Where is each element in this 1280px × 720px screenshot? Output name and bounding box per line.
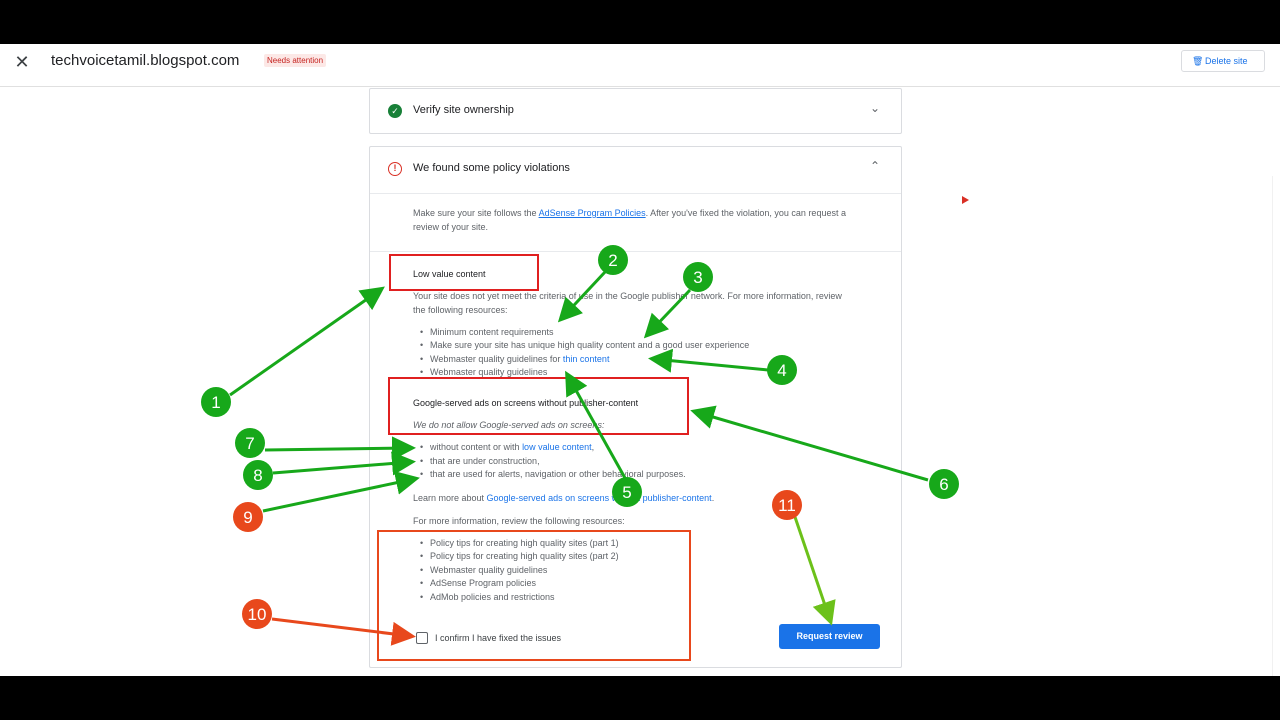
list-item: that are under construction, — [420, 456, 540, 466]
resources-intro: For more information, review the followi… — [413, 516, 625, 526]
policy-violations-title: We found some policy violations — [413, 162, 570, 174]
intro-text: Make sure your site follows the AdSense … — [413, 208, 846, 232]
highlight-box-ads-title — [388, 377, 689, 435]
play-marker-icon — [962, 196, 969, 204]
request-review-button[interactable]: Request review — [779, 624, 880, 649]
highlight-box-resources — [377, 530, 691, 661]
low-value-desc: Your site does not yet meet the criteria… — [413, 291, 842, 315]
verify-ownership-header[interactable]: ✓ Verify site ownership ⌄ — [370, 89, 901, 135]
error-icon: ! — [388, 162, 402, 176]
list-item: without content or with low value conten… — [420, 442, 594, 452]
unique-content-link[interactable]: Make sure your site has unique high qual… — [420, 340, 749, 350]
trash-icon: 🗑 — [1192, 56, 1204, 66]
learn-more-text: Learn more about Google-served ads on sc… — [413, 493, 715, 503]
min-content-link[interactable]: Minimum content requirements — [420, 327, 554, 337]
thin-content-item: Webmaster quality guidelines for thin co… — [420, 354, 610, 364]
divider — [370, 251, 901, 252]
policy-violations-header[interactable]: ! We found some policy violations ⌃ — [370, 147, 901, 193]
scrollbar[interactable] — [1272, 176, 1280, 676]
delete-site-label: Delete site — [1205, 56, 1248, 66]
low-value-content-link[interactable]: low value content — [522, 442, 592, 452]
top-bar: ✕ techvoicetamil.blogspot.com Needs atte… — [0, 44, 1280, 87]
verify-ownership-title: Verify site ownership — [413, 104, 514, 116]
chevron-up-icon[interactable]: ⌃ — [870, 159, 880, 173]
divider — [370, 193, 901, 194]
highlight-box-low-value — [389, 254, 539, 291]
chevron-down-icon[interactable]: ⌄ — [870, 101, 880, 115]
webmaster-guidelines-link[interactable]: Webmaster quality guidelines — [420, 367, 547, 377]
adsense-policies-link[interactable]: AdSense Program Policies — [539, 208, 646, 218]
ads-without-content-link[interactable]: Google-served ads on screens without pub… — [487, 493, 712, 503]
close-icon[interactable]: ✕ — [12, 52, 32, 72]
thin-content-link[interactable]: thin content — [563, 354, 610, 364]
check-circle-icon: ✓ — [388, 104, 402, 118]
delete-site-button[interactable]: 🗑 Delete site — [1181, 50, 1265, 72]
verify-ownership-card[interactable]: ✓ Verify site ownership ⌄ — [369, 88, 902, 134]
status-badge: Needs attention — [264, 54, 327, 67]
site-title: techvoicetamil.blogspot.com — [51, 52, 240, 69]
list-item: that are used for alerts, navigation or … — [420, 469, 686, 479]
